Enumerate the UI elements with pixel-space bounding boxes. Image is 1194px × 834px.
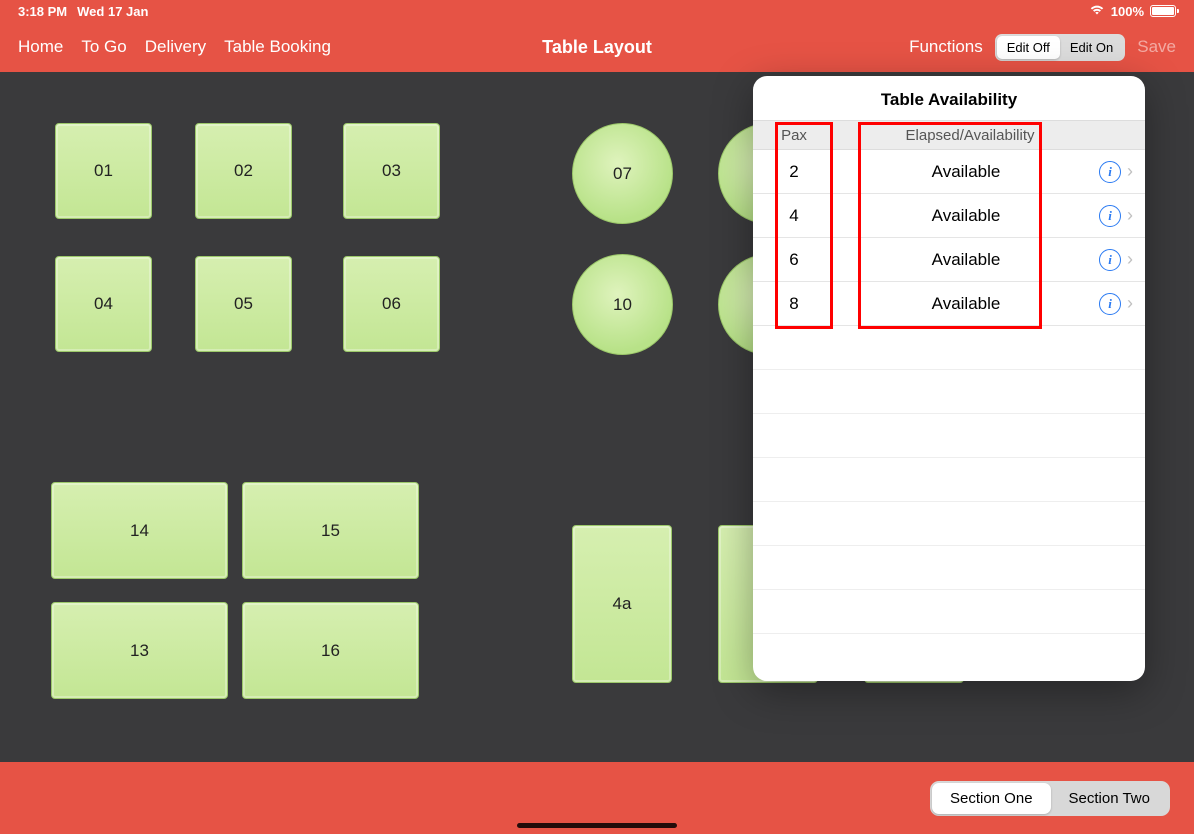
table-14[interactable]: 14 — [51, 482, 228, 579]
status-bar: 3:18 PM Wed 17 Jan 100% — [0, 0, 1194, 22]
info-icon[interactable]: i — [1099, 293, 1121, 315]
status-column-header: Elapsed/Availability — [839, 127, 1101, 144]
table-03[interactable]: 03 — [343, 123, 440, 219]
nav-bar: Home To Go Delivery Table Booking Table … — [0, 22, 1194, 72]
edit-mode-toggle[interactable]: Edit Off Edit On — [995, 34, 1125, 61]
pax-value: 6 — [759, 250, 829, 270]
availability-value: Available — [839, 250, 1093, 270]
table-13[interactable]: 13 — [51, 602, 228, 699]
table-4a[interactable]: 4a — [572, 525, 672, 683]
popover-title: Table Availability — [753, 76, 1145, 120]
availability-row[interactable]: 2 Available i › — [753, 150, 1145, 194]
nav-home[interactable]: Home — [18, 37, 63, 57]
wifi-icon — [1089, 4, 1105, 19]
nav-table-booking[interactable]: Table Booking — [224, 37, 331, 57]
chevron-right-icon: › — [1127, 205, 1133, 226]
home-indicator — [517, 823, 677, 828]
table-availability-popover: Table Availability Pax Elapsed/Availabil… — [753, 76, 1145, 681]
pax-value: 8 — [759, 294, 829, 314]
popover-header-row: Pax Elapsed/Availability — [753, 120, 1145, 150]
availability-row[interactable]: 8 Available i › — [753, 282, 1145, 326]
chevron-right-icon: › — [1127, 293, 1133, 314]
popover-rows: 2 Available i › 4 Available i › 6 Availa… — [753, 150, 1145, 326]
page-title: Table Layout — [542, 37, 652, 58]
table-07[interactable]: 07 — [572, 123, 673, 224]
save-button[interactable]: Save — [1137, 37, 1176, 57]
table-15[interactable]: 15 — [242, 482, 419, 579]
table-01[interactable]: 01 — [55, 123, 152, 219]
battery-icon — [1150, 5, 1176, 17]
pax-value: 4 — [759, 206, 829, 226]
info-icon[interactable]: i — [1099, 161, 1121, 183]
edit-on-button[interactable]: Edit On — [1060, 36, 1123, 59]
pax-column-header: Pax — [759, 127, 829, 144]
nav-delivery[interactable]: Delivery — [145, 37, 206, 57]
functions-button[interactable]: Functions — [909, 37, 983, 57]
availability-row[interactable]: 4 Available i › — [753, 194, 1145, 238]
popover-empty-area — [753, 326, 1145, 681]
section-two-button[interactable]: Section Two — [1051, 783, 1168, 814]
status-date: Wed 17 Jan — [77, 4, 148, 19]
section-one-button[interactable]: Section One — [932, 783, 1051, 814]
nav-togo[interactable]: To Go — [81, 37, 126, 57]
pax-value: 2 — [759, 162, 829, 182]
status-time: 3:18 PM — [18, 4, 67, 19]
table-10[interactable]: 10 — [572, 254, 673, 355]
availability-row[interactable]: 6 Available i › — [753, 238, 1145, 282]
table-02[interactable]: 02 — [195, 123, 292, 219]
table-06[interactable]: 06 — [343, 256, 440, 352]
battery-percent: 100% — [1111, 4, 1144, 19]
table-04[interactable]: 04 — [55, 256, 152, 352]
info-icon[interactable]: i — [1099, 205, 1121, 227]
info-icon[interactable]: i — [1099, 249, 1121, 271]
edit-off-button[interactable]: Edit Off — [997, 36, 1060, 59]
availability-value: Available — [839, 206, 1093, 226]
availability-value: Available — [839, 294, 1093, 314]
chevron-right-icon: › — [1127, 249, 1133, 270]
table-layout-canvas[interactable]: 01 02 03 04 05 06 07 10 14 15 13 16 4a T… — [0, 72, 1194, 762]
availability-value: Available — [839, 162, 1093, 182]
table-05[interactable]: 05 — [195, 256, 292, 352]
section-switch[interactable]: Section One Section Two — [930, 781, 1170, 816]
chevron-right-icon: › — [1127, 161, 1133, 182]
table-16[interactable]: 16 — [242, 602, 419, 699]
